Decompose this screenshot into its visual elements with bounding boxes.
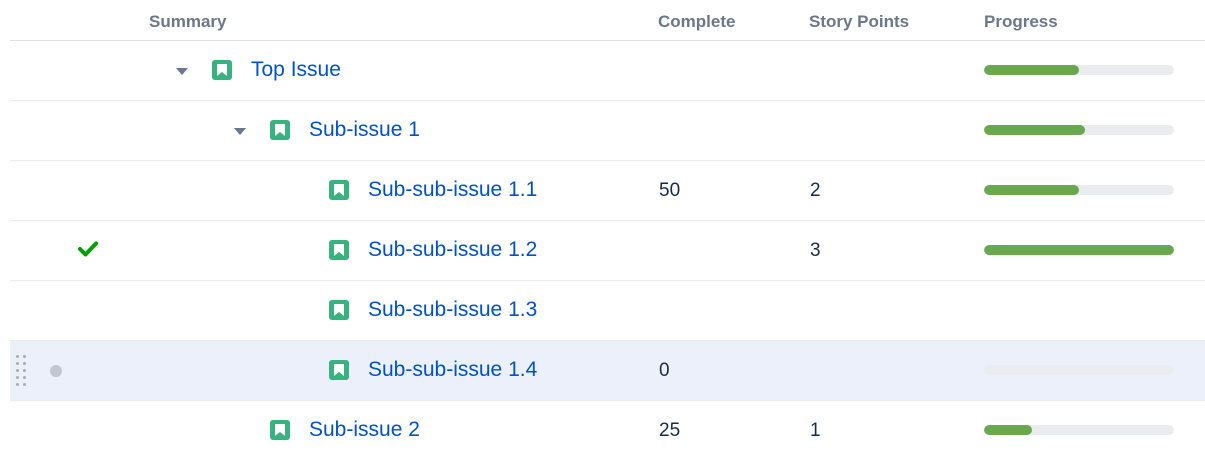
chevron-down-icon[interactable] <box>176 68 188 75</box>
check-icon <box>78 241 98 262</box>
story-points-value: 1 <box>810 420 821 441</box>
status-dot-icon[interactable] <box>50 365 62 377</box>
complete-value: 0 <box>659 360 670 381</box>
progress-bar-fill <box>984 245 1174 255</box>
progress-bar-fill <box>984 425 1032 435</box>
issue-link[interactable]: Sub-issue 2 <box>309 418 420 442</box>
issue-link[interactable]: Sub-issue 1 <box>309 118 420 142</box>
column-header-progress[interactable]: Progress <box>984 12 1058 32</box>
table-header: Summary Complete Story Points Progress <box>10 0 1205 41</box>
story-icon <box>212 60 232 80</box>
story-points-value: 2 <box>810 180 821 201</box>
story-icon <box>270 120 290 140</box>
table-row[interactable]: Sub-sub-issue 1.2 3 <box>10 221 1205 281</box>
story-points-value: 3 <box>810 240 821 261</box>
story-icon <box>329 180 349 200</box>
issue-link[interactable]: Sub-sub-issue 1.2 <box>368 238 537 262</box>
story-icon <box>329 300 349 320</box>
drag-handle-icon[interactable] <box>16 355 28 387</box>
structure-table: Summary Complete Story Points Progress T… <box>10 0 1205 460</box>
progress-bar <box>984 425 1174 435</box>
progress-bar <box>984 125 1174 135</box>
story-icon <box>270 420 290 440</box>
progress-bar <box>984 185 1174 195</box>
progress-bar <box>984 365 1174 375</box>
column-header-summary[interactable]: Summary <box>149 12 226 32</box>
table-row[interactable]: Sub-issue 2 25 1 <box>10 401 1205 460</box>
table-row[interactable]: Top Issue <box>10 41 1205 101</box>
table-row[interactable]: Sub-issue 1 <box>10 101 1205 161</box>
issue-link[interactable]: Sub-sub-issue 1.4 <box>368 358 537 382</box>
column-header-complete[interactable]: Complete <box>658 12 735 32</box>
issue-link[interactable]: Sub-sub-issue 1.3 <box>368 298 537 322</box>
progress-bar <box>984 65 1174 75</box>
issue-link[interactable]: Sub-sub-issue 1.1 <box>368 178 537 202</box>
progress-bar-fill <box>984 125 1085 135</box>
complete-value: 25 <box>659 420 681 441</box>
table-row[interactable]: Sub-sub-issue 1.1 50 2 <box>10 161 1205 221</box>
progress-bar-fill <box>984 65 1079 75</box>
progress-bar-fill <box>984 185 1079 195</box>
progress-bar <box>984 245 1174 255</box>
table-row[interactable]: Sub-sub-issue 1.4 0 <box>10 341 1205 401</box>
complete-value: 50 <box>659 180 681 201</box>
column-header-story-points[interactable]: Story Points <box>809 12 909 32</box>
issue-link[interactable]: Top Issue <box>251 58 341 82</box>
story-icon <box>329 360 349 380</box>
story-icon <box>329 240 349 260</box>
table-row[interactable]: Sub-sub-issue 1.3 <box>10 281 1205 341</box>
chevron-down-icon[interactable] <box>234 128 246 135</box>
